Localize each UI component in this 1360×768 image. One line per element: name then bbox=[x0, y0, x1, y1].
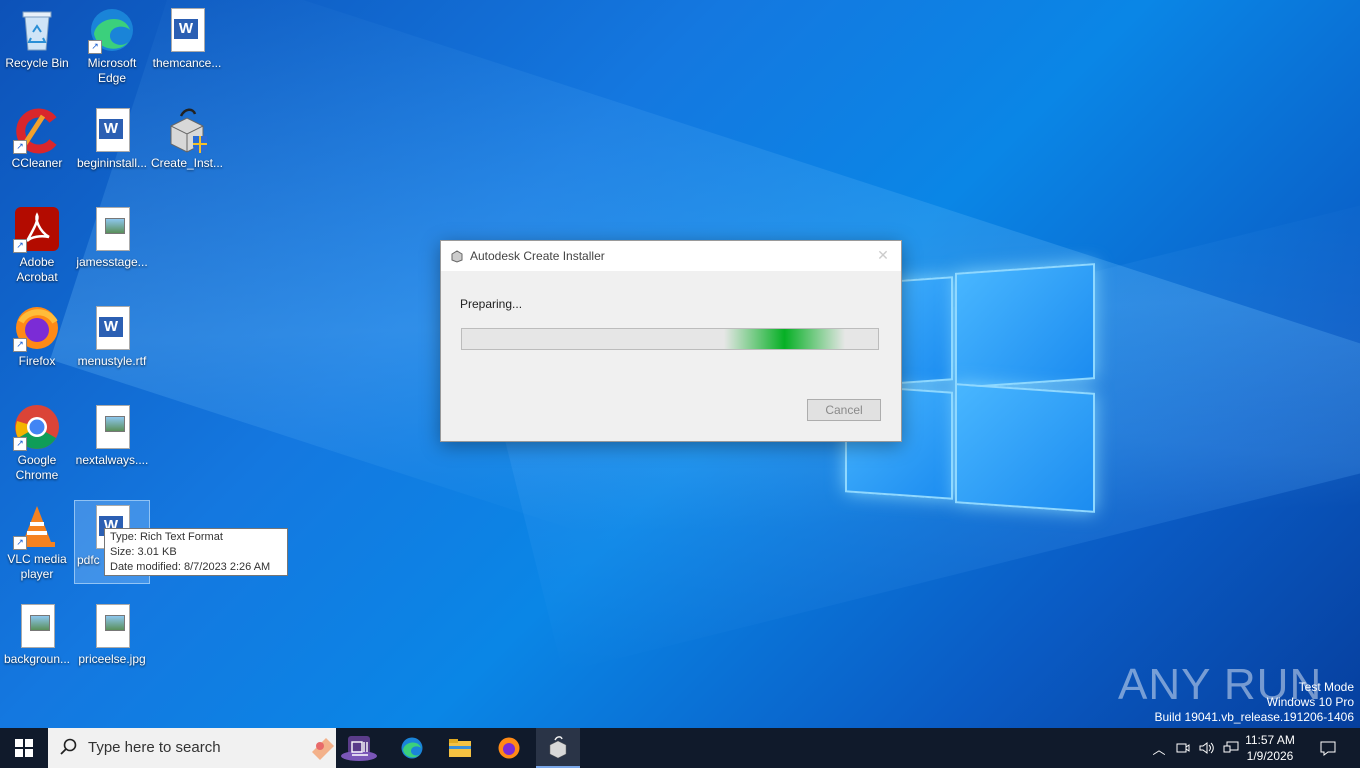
create-installer-dialog: Autodesk Create Installer ✕ Preparing...… bbox=[440, 240, 902, 442]
icon-label: Microsoft Edge bbox=[87, 56, 137, 85]
cancel-button[interactable]: Cancel bbox=[807, 399, 881, 421]
desktop-icon-google-chrome[interactable]: ↗ Google Chrome bbox=[0, 397, 74, 483]
clock-time: 11:57 AM bbox=[1245, 733, 1295, 747]
icon-label: themcance... bbox=[152, 56, 222, 70]
icon-label: VLC media player bbox=[7, 552, 67, 581]
dialog-titlebar[interactable]: Autodesk Create Installer ✕ bbox=[441, 241, 901, 271]
desktop-icon-jamesstage[interactable]: jamesstage... bbox=[75, 199, 149, 270]
tooltip-size: Size: 3.01 KB bbox=[110, 546, 177, 558]
watermark-edition: Windows 10 Pro bbox=[1266, 695, 1354, 709]
dialog-title: Autodesk Create Installer bbox=[470, 249, 605, 263]
word-doc-icon: W bbox=[163, 6, 211, 54]
taskbar-clock[interactable]: 11:57 AM 1/9/2026 bbox=[1240, 732, 1300, 764]
chrome-icon: ↗ bbox=[13, 403, 61, 451]
desktop-background: Recycle Bin ↗ CCleaner ↗ Adobe Acrobat ↗… bbox=[0, 0, 1360, 728]
tooltip-type: Type: Rich Text Format bbox=[110, 531, 223, 543]
windows-start-icon bbox=[15, 739, 33, 757]
search-icon bbox=[60, 738, 78, 760]
icon-label: jamesstage... bbox=[76, 255, 148, 269]
desktop-icon-adobe-acrobat[interactable]: ↗ Adobe Acrobat bbox=[0, 199, 74, 285]
desktop-icon-vlc[interactable]: ↗ VLC media player bbox=[0, 496, 74, 582]
clock-date: 1/9/2026 bbox=[1246, 749, 1294, 763]
desktop-icon-begininstall[interactable]: W begininstall... bbox=[75, 100, 149, 171]
shortcut-arrow-icon: ↗ bbox=[13, 239, 27, 253]
word-doc-icon: W bbox=[88, 304, 136, 352]
folder-icon bbox=[449, 739, 471, 757]
edge-icon bbox=[401, 737, 423, 759]
watermark-test-mode: Test Mode bbox=[1298, 680, 1354, 694]
ccleaner-icon: ↗ bbox=[13, 106, 61, 154]
desktop-icon-firefox[interactable]: ↗ Firefox bbox=[0, 298, 74, 369]
icon-label: Adobe Acrobat bbox=[16, 255, 58, 284]
os-watermark: Test Mode Windows 10 Pro Build 19041.vb_… bbox=[1155, 680, 1355, 725]
notification-icon bbox=[1320, 741, 1336, 756]
tray-network[interactable] bbox=[1220, 728, 1242, 768]
installer-icon bbox=[549, 736, 567, 759]
tooltip-date-modified: Date modified: 8/7/2023 2:26 AM bbox=[110, 561, 271, 573]
installer-icon bbox=[450, 249, 464, 263]
image-file-icon bbox=[88, 602, 136, 650]
task-view-icon bbox=[351, 741, 368, 756]
task-view-button[interactable] bbox=[340, 728, 380, 768]
icon-label: Create_Inst... bbox=[150, 156, 224, 170]
desktop-icon-recycle-bin[interactable]: Recycle Bin bbox=[0, 0, 74, 71]
tray-meet-now[interactable] bbox=[1172, 728, 1194, 768]
speaker-icon bbox=[1199, 742, 1214, 754]
edge-icon: ↗ bbox=[88, 6, 136, 54]
image-file-icon bbox=[13, 602, 61, 650]
show-hidden-icons-button[interactable]: ︿ bbox=[1148, 728, 1170, 768]
watermark-build: Build 19041.vb_release.191206-1406 bbox=[1154, 710, 1355, 724]
firefox-icon bbox=[498, 737, 520, 759]
desktop-icon-microsoft-edge[interactable]: ↗ Microsoft Edge bbox=[75, 0, 149, 86]
icon-label: Recycle Bin bbox=[5, 56, 69, 70]
shortcut-arrow-icon: ↗ bbox=[13, 338, 27, 352]
file-tooltip: Type: Rich Text Format Size: 3.01 KB Dat… bbox=[104, 528, 288, 576]
firefox-icon: ↗ bbox=[13, 304, 61, 352]
search-placeholder: Type here to search bbox=[88, 739, 221, 756]
tray-volume[interactable] bbox=[1196, 728, 1218, 768]
close-icon[interactable]: ✕ bbox=[875, 247, 891, 263]
shortcut-arrow-icon: ↗ bbox=[13, 437, 27, 451]
icon-label: Firefox bbox=[18, 354, 56, 368]
image-file-icon bbox=[88, 403, 136, 451]
desktop-icon-create-installer[interactable]: Create_Inst... bbox=[150, 100, 224, 171]
chevron-up-icon: ︿ bbox=[1152, 742, 1166, 758]
recycle-bin-icon bbox=[13, 6, 61, 54]
icon-label: CCleaner bbox=[11, 156, 63, 170]
word-doc-icon: W bbox=[88, 106, 136, 154]
taskbar: Type here to search ︿ 11:57 AM 1/9/2026 bbox=[0, 728, 1360, 768]
desktop-icon-menustyle[interactable]: W menustyle.rtf bbox=[75, 298, 149, 369]
desktop-icon-themcance[interactable]: W themcance... bbox=[150, 0, 224, 71]
icon-label: backgroun... bbox=[3, 652, 71, 666]
icon-label: priceelse.jpg bbox=[78, 652, 146, 666]
shortcut-arrow-icon: ↗ bbox=[13, 140, 27, 154]
network-icon bbox=[1223, 741, 1239, 753]
desktop-icon-background-image[interactable]: backgroun... bbox=[0, 596, 74, 667]
icon-label: Google Chrome bbox=[15, 453, 59, 482]
installer-icon bbox=[163, 106, 211, 154]
desktop-icon-nextalways[interactable]: nextalways.... bbox=[75, 397, 149, 468]
taskbar-create-installer[interactable] bbox=[536, 728, 580, 768]
dialog-status-text: Preparing... bbox=[460, 297, 523, 311]
acrobat-icon: ↗ bbox=[13, 205, 61, 253]
image-file-icon bbox=[88, 205, 136, 253]
progress-bar-fill bbox=[724, 329, 845, 349]
action-center-button[interactable] bbox=[1312, 728, 1344, 768]
desktop-icon-priceelse[interactable]: priceelse.jpg bbox=[75, 596, 149, 667]
taskbar-firefox[interactable] bbox=[487, 728, 531, 768]
icon-label: nextalways.... bbox=[75, 453, 149, 467]
camera-icon bbox=[1176, 743, 1190, 753]
icon-label: menustyle.rtf bbox=[77, 354, 147, 368]
desktop-icon-ccleaner[interactable]: ↗ CCleaner bbox=[0, 100, 74, 171]
vlc-icon: ↗ bbox=[13, 502, 61, 550]
shortcut-arrow-icon: ↗ bbox=[13, 536, 27, 550]
taskbar-search-box[interactable]: Type here to search bbox=[48, 728, 377, 768]
icon-label: begininstall... bbox=[76, 156, 148, 170]
taskbar-file-explorer[interactable] bbox=[438, 728, 482, 768]
shortcut-arrow-icon: ↗ bbox=[88, 40, 102, 54]
start-button[interactable] bbox=[0, 728, 48, 768]
taskbar-edge[interactable] bbox=[390, 728, 434, 768]
progress-bar bbox=[461, 328, 879, 350]
